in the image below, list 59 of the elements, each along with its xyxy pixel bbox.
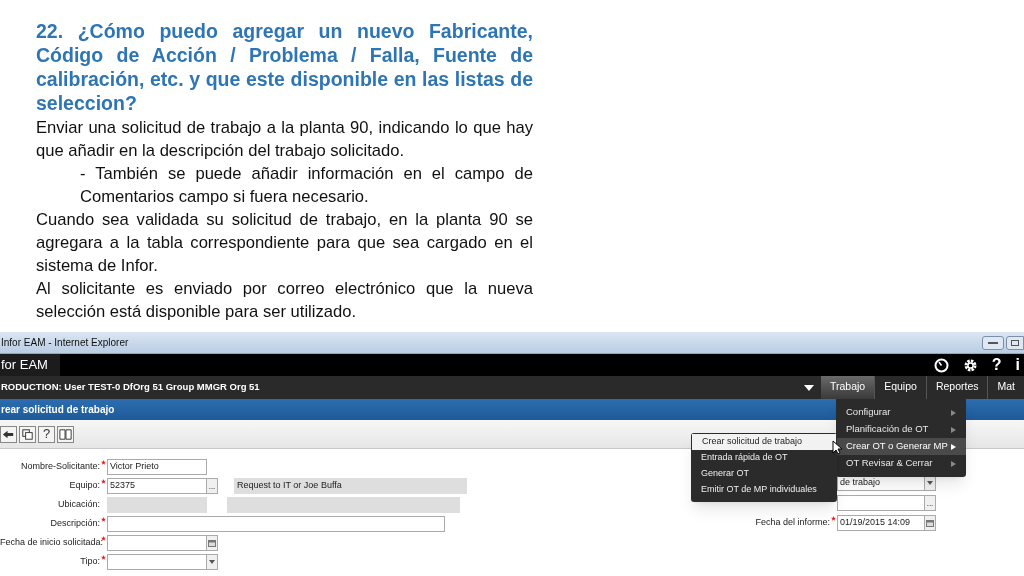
help-button[interactable]: ? — [991, 353, 1002, 377]
paragraph: Enviar una solicitud de trabajo a la planta 90, indicando lo que hay que añadir en la descripción del trabajo solicitado. — [36, 117, 533, 162]
menu-item[interactable]: Crear OT o Generar MP — [836, 438, 966, 455]
field-label: Ubicación: — [56, 498, 100, 512]
slide-title: 22. ¿Cómo puedo agregar un nuevo Fabricante, Código de Acción / Problema / Falla, Fuente de calibración, etc. y que este disponible en las listas de seleccion? — [36, 19, 533, 115]
select-field[interactable] — [107, 554, 207, 570]
menu-item[interactable]: Planificación de OT — [836, 421, 966, 438]
calendar-icon — [926, 519, 934, 527]
input-field[interactable]: Victor Prieto — [107, 459, 207, 475]
menu-item[interactable]: Emitir OT de MP individuales — [691, 482, 837, 498]
submenu-arrow-icon — [951, 443, 956, 450]
settings-icon[interactable] — [962, 357, 978, 373]
app-name: for EAM — [0, 354, 60, 376]
info-button[interactable]: i — [1015, 353, 1020, 377]
field-label: Descripción: — [49, 517, 100, 531]
dashboard-icon[interactable] — [933, 357, 949, 373]
caret-icon — [209, 560, 215, 564]
lookup-button[interactable]: ... — [924, 495, 936, 511]
submenu-arrow-icon — [951, 460, 956, 467]
input-field[interactable]: 01/19/2015 14:09 — [837, 515, 925, 531]
field-label: Fecha del informe: — [755, 516, 830, 530]
calendar-button[interactable] — [924, 515, 936, 531]
input-field[interactable] — [107, 535, 207, 551]
cursor-icon — [832, 440, 842, 455]
input-field[interactable] — [107, 516, 445, 532]
input-field[interactable]: 52375 — [107, 478, 207, 494]
context-text: RODUCTION: User TEST-0 DfOrg 51 Group MMGR Org 51 — [0, 380, 260, 395]
copy-icon — [20, 426, 35, 442]
menu-item[interactable]: Crear solicitud de trabajo — [692, 434, 836, 450]
caret-icon — [927, 481, 933, 485]
menu-item[interactable]: Entrada rápida de OT — [691, 450, 837, 466]
calendar-button[interactable] — [206, 535, 218, 551]
book-icon — [58, 426, 73, 442]
menu-item[interactable]: Configurar — [836, 404, 966, 421]
minimize-button[interactable] — [982, 335, 1004, 350]
field-label: Nombre-Solicitante: — [19, 460, 100, 474]
nav-tab[interactable]: Trabajo — [820, 376, 875, 399]
menu-item[interactable]: OT Revisar & Cerrar — [836, 455, 966, 472]
description-field: Request to IT or Joe Buffa — [234, 478, 467, 494]
submenu-arrow-icon — [951, 409, 956, 416]
paragraph: Cuando sea validada su solicitud de trabajo, en la planta 90 se agregara a la tabla correspondiente para que sea cargado en el sistema de Infor. — [36, 209, 533, 277]
copy-button[interactable] — [19, 425, 36, 443]
window-title: Infor EAM - Internet Explorer — [0, 336, 129, 350]
menu-item[interactable]: Generar OT — [691, 466, 837, 482]
lookup-button[interactable]: ... — [206, 478, 218, 494]
submenu-arrow-icon — [951, 426, 956, 433]
paragraph: Al solicitante es enviado por correo electrónico que la nueva selección está disponible para ser utilizado. — [36, 278, 533, 323]
caret-icon[interactable] — [803, 384, 814, 391]
dropdown-button[interactable] — [206, 554, 218, 570]
book-button[interactable] — [57, 425, 74, 443]
maximize-button[interactable] — [1006, 335, 1024, 350]
paragraph: - También se puede añadir información en el campo de Comentarios campo si fuera necesario. — [79, 163, 533, 208]
back-button[interactable] — [0, 425, 17, 443]
input-field[interactable] — [837, 495, 925, 511]
page-title: rear solicitud de trabajo — [0, 403, 115, 417]
calendar-icon — [208, 539, 216, 547]
field-label: Tipo: — [79, 555, 100, 569]
help-button[interactable]: ? — [38, 425, 55, 443]
field-label: Equipo: — [68, 479, 100, 493]
